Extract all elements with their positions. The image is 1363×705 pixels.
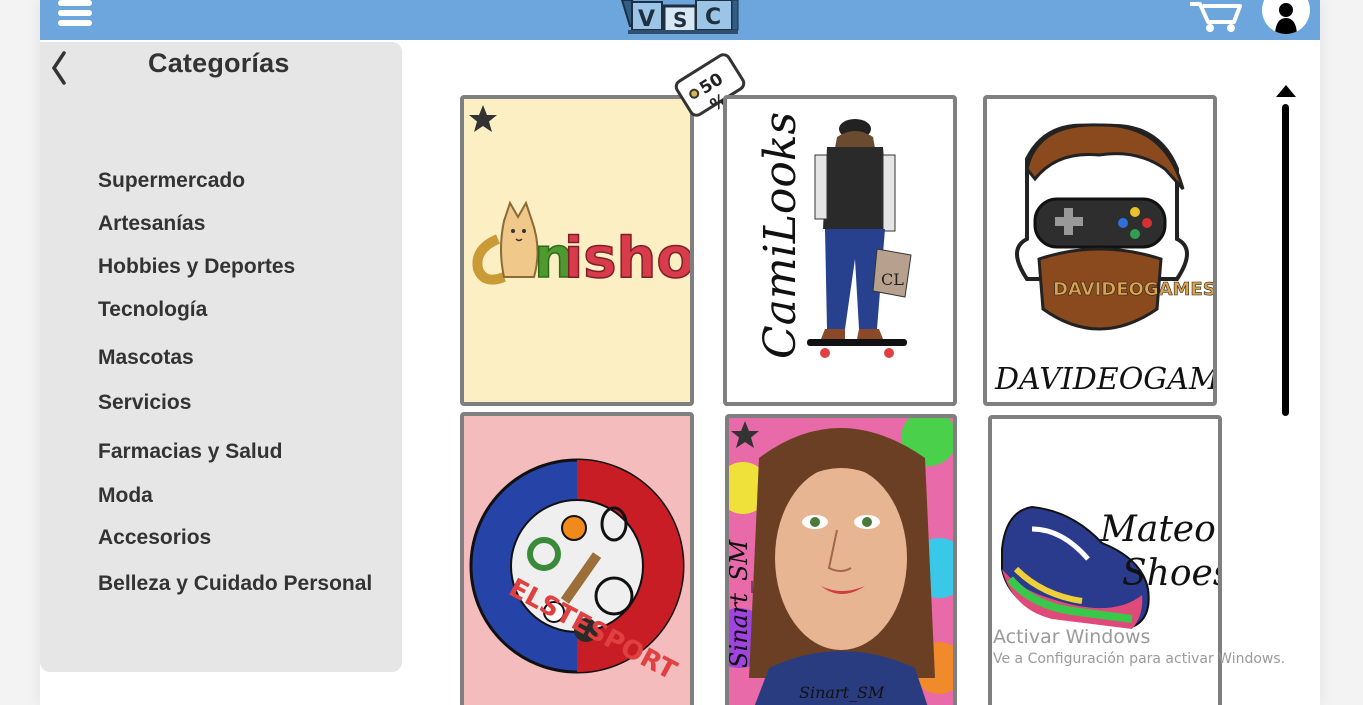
davideogames-logo: DAVIDEOGAMES DAVIDEOGAMES [994, 123, 1213, 397]
category-belleza-cuidado[interactable]: Belleza y Cuidado Personal [98, 572, 372, 596]
windows-watermark-title: Activar Windows [993, 626, 1151, 648]
scroll-up-arrow-icon[interactable] [1276, 85, 1296, 97]
sinart-logo: Sinart_SM Sinart_SM [729, 418, 953, 705]
app-window: V S C Categorías Supermercado Artesanías… [40, 0, 1320, 705]
chevron-left-icon[interactable] [46, 50, 70, 86]
category-hobbies-deportes[interactable]: Hobbies y Deportes [98, 255, 295, 279]
category-accesorios[interactable]: Accesorios [98, 526, 211, 550]
store-card-sinart[interactable]: Sinart_SM Sinart_SM [725, 414, 957, 705]
category-moda[interactable]: Moda [98, 484, 153, 508]
cart-icon[interactable] [1188, 0, 1244, 34]
tag-hole-icon [687, 86, 702, 101]
featured-star-icon [730, 420, 760, 450]
svg-text:S: S [673, 8, 687, 32]
svg-text:Sinart_SM: Sinart_SM [799, 683, 885, 702]
svg-text:Mateo: Mateo [1099, 509, 1216, 550]
scrollbar-thumb[interactable] [1282, 104, 1289, 416]
svg-text:CamiLooks: CamiLooks [755, 112, 806, 359]
top-bar: V S C [40, 0, 1320, 40]
windows-watermark-subtitle: Ve a Configuración para activar Windows. [993, 651, 1286, 667]
svg-text:Shoes: Shoes [1122, 553, 1218, 594]
hamburger-icon[interactable] [58, 0, 92, 28]
category-artesanias[interactable]: Artesanías [98, 212, 205, 236]
store-card-elstesport[interactable]: ELSTESPORT [460, 412, 694, 705]
category-farmacias-salud[interactable]: Farmacias y Salud [98, 440, 282, 464]
svg-text:Sinart_SM: Sinart_SM [729, 539, 753, 668]
canishop-logo: n ishop [472, 200, 690, 292]
store-card-davideogames[interactable]: DAVIDEOGAMES DAVIDEOGAMES [983, 95, 1217, 406]
sidebar-title: Categorías [148, 48, 290, 78]
camilooks-logo: CamiLooks CL [755, 112, 912, 359]
store-logo[interactable]: V S C [618, 0, 742, 34]
elstesport-logo: ELSTESPORT [469, 458, 685, 687]
categories-sidebar: Categorías Supermercado Artesanías Hobbi… [40, 42, 402, 672]
category-servicios[interactable]: Servicios [98, 391, 191, 415]
svg-text:V: V [638, 7, 655, 32]
user-icon[interactable] [1262, 0, 1310, 34]
svg-text:DAVIDEOGAMES: DAVIDEOGAMES [994, 362, 1213, 397]
store-card-camilooks[interactable]: CamiLooks CL [723, 95, 957, 406]
category-mascotas[interactable]: Mascotas [98, 346, 194, 370]
svg-text:C: C [705, 5, 721, 30]
svg-text:ishop: ishop [564, 226, 690, 291]
category-tecnologia[interactable]: Tecnología [98, 298, 207, 322]
featured-star-icon [468, 104, 498, 134]
category-supermercado[interactable]: Supermercado [98, 169, 245, 193]
store-card-canishop[interactable]: n ishop [460, 95, 694, 406]
svg-text:DAVIDEOGAMES: DAVIDEOGAMES [1053, 279, 1213, 300]
svg-text:CL: CL [881, 270, 904, 289]
